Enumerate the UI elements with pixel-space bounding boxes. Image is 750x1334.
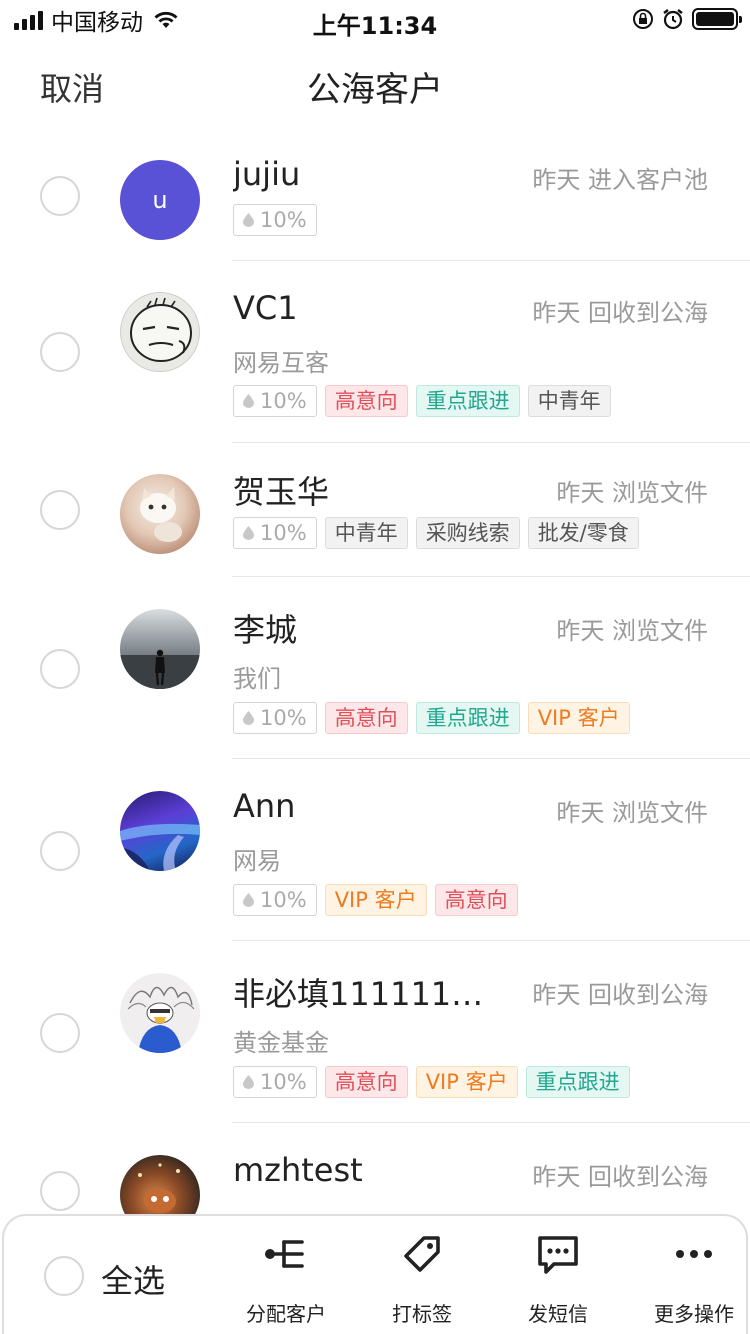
customer-name: 非必填1111111111...	[233, 975, 503, 1013]
tag-list: 10% 高意向 重点跟进 中青年	[233, 385, 611, 417]
drop-icon	[243, 711, 254, 725]
customer-activity: 昨天 浏览文件	[556, 617, 708, 645]
customer-activity: 昨天 浏览文件	[556, 479, 708, 507]
tag-vip: VIP 客户	[415, 1066, 518, 1098]
customer-row[interactable]: u jujiu 昨天 进入客户池 10%	[0, 130, 750, 261]
silhouette-photo-icon	[120, 649, 200, 689]
customer-activity: 昨天 浏览文件	[556, 799, 708, 827]
probability-badge: 10%	[233, 204, 317, 236]
add-tag-label: 打标签	[392, 1302, 452, 1326]
avatar-letter: u	[152, 186, 168, 214]
row-checkbox[interactable]	[40, 332, 80, 372]
customer-activity: 昨天 回收到公海	[532, 299, 708, 327]
customer-name: jujiu	[233, 155, 301, 193]
probability-badge: 10%	[233, 385, 317, 417]
tag-high-intent: 高意向	[324, 1066, 408, 1098]
customer-name: mzhtest	[233, 1151, 363, 1189]
tag-purchase-lead: 采购线索	[415, 517, 520, 549]
more-actions-label: 更多操作	[654, 1302, 734, 1326]
customer-name: VC1	[233, 289, 298, 327]
alarm-icon	[663, 9, 683, 30]
assign-branch-icon	[265, 1240, 304, 1268]
customer-company: 网易	[233, 847, 281, 875]
tag-vip: VIP 客户	[324, 884, 427, 916]
battery-icon	[692, 8, 742, 30]
avatar	[120, 609, 200, 689]
customer-row[interactable]: 贺玉华 昨天 浏览文件 10% 中青年 采购线索 批发/零食	[0, 443, 750, 577]
probability-badge: 10%	[233, 884, 317, 916]
avatar	[120, 292, 200, 372]
customer-row[interactable]: VC1 昨天 回收到公海 网易互客 10% 高意向 重点跟进 中青年	[0, 261, 750, 443]
nav-bar: 取消 公海客户	[0, 40, 750, 130]
tag-list: 10%	[233, 204, 317, 236]
tag-list: 10% 高意向 VIP 客户 重点跟进	[233, 1066, 630, 1098]
tag-age-group: 中青年	[324, 517, 408, 549]
select-all-checkbox[interactable]	[44, 1256, 84, 1296]
tag-key-followup: 重点跟进	[415, 702, 520, 734]
avatar	[120, 973, 200, 1053]
tag-key-followup: 重点跟进	[525, 1066, 630, 1098]
row-checkbox[interactable]	[40, 831, 80, 871]
add-tag-button[interactable]: 打标签	[362, 1230, 482, 1327]
customer-activity: 昨天 进入客户池	[532, 166, 708, 194]
more-dots-icon	[676, 1250, 712, 1258]
customer-row[interactable]: 李城 昨天 浏览文件 我们 10% 高意向 重点跟进 VIP 客户	[0, 577, 750, 759]
customer-activity: 昨天 回收到公海	[532, 981, 708, 1009]
tag-key-followup: 重点跟进	[415, 385, 520, 417]
customer-list: u jujiu 昨天 进入客户池 10% VC1 昨天 回收到公海 网易互客 1…	[0, 130, 750, 1283]
tag-list: 10% 高意向 重点跟进 VIP 客户	[233, 702, 630, 734]
drop-icon	[243, 1075, 254, 1089]
night-road-photo-icon	[120, 823, 200, 871]
more-actions-button[interactable]: 更多操作	[634, 1230, 750, 1327]
sms-icon	[538, 1236, 578, 1274]
customer-name: 贺玉华	[233, 473, 330, 511]
bottom-toolbar: 全选 分配客户 打标签 发短信 更多操作	[2, 1214, 748, 1334]
tag-list: 10% VIP 客户 高意向	[233, 884, 518, 916]
drop-icon	[243, 893, 254, 907]
drop-icon	[243, 526, 254, 540]
select-all-label[interactable]: 全选	[101, 1256, 165, 1302]
tag-vip: VIP 客户	[527, 702, 630, 734]
customer-company: 黄金基金	[233, 1029, 329, 1057]
row-checkbox[interactable]	[40, 649, 80, 689]
assign-customer-button[interactable]: 分配客户	[226, 1230, 346, 1327]
cartoon-character-icon	[127, 986, 195, 1053]
row-checkbox[interactable]	[40, 1171, 80, 1211]
page-title: 公海客户	[307, 70, 443, 110]
tag-age-group: 中青年	[527, 385, 611, 417]
probability-badge: 10%	[233, 517, 317, 549]
customer-name: 李城	[233, 611, 298, 649]
tag-high-intent: 高意向	[434, 884, 518, 916]
tag-list: 10% 中青年 采购线索 批发/零食	[233, 517, 639, 549]
row-checkbox[interactable]	[40, 490, 80, 530]
status-bar: 中国移动 上午11:34	[0, 0, 750, 40]
avatar	[120, 474, 200, 554]
probability-badge: 10%	[233, 702, 317, 734]
tag-high-intent: 高意向	[324, 702, 408, 734]
row-checkbox[interactable]	[40, 1013, 80, 1053]
drop-icon	[243, 213, 254, 227]
customer-row[interactable]: Ann 昨天 浏览文件 网易 10% VIP 客户 高意向	[0, 759, 750, 941]
probability-badge: 10%	[233, 1066, 317, 1098]
rotation-lock-icon	[633, 9, 653, 29]
tag-wholesale: 批发/零食	[527, 517, 639, 549]
tag-icon	[404, 1236, 440, 1272]
row-checkbox[interactable]	[40, 176, 80, 216]
tag-high-intent: 高意向	[324, 385, 408, 417]
customer-company: 我们	[233, 665, 281, 693]
customer-name: Ann	[233, 787, 296, 825]
send-sms-button[interactable]: 发短信	[498, 1230, 618, 1327]
kitten-photo-icon	[140, 487, 182, 542]
avatar	[120, 791, 200, 871]
avatar: u	[120, 160, 200, 240]
customer-activity: 昨天 回收到公海	[532, 1163, 708, 1191]
customer-company: 网易互客	[233, 349, 329, 377]
send-sms-label: 发短信	[528, 1302, 588, 1326]
cartoon-face-icon	[130, 297, 192, 362]
customer-row[interactable]: 非必填1111111111... 昨天 回收到公海 黄金基金 10% 高意向 V…	[0, 941, 750, 1123]
assign-customer-label: 分配客户	[246, 1302, 326, 1326]
drop-icon	[243, 394, 254, 408]
